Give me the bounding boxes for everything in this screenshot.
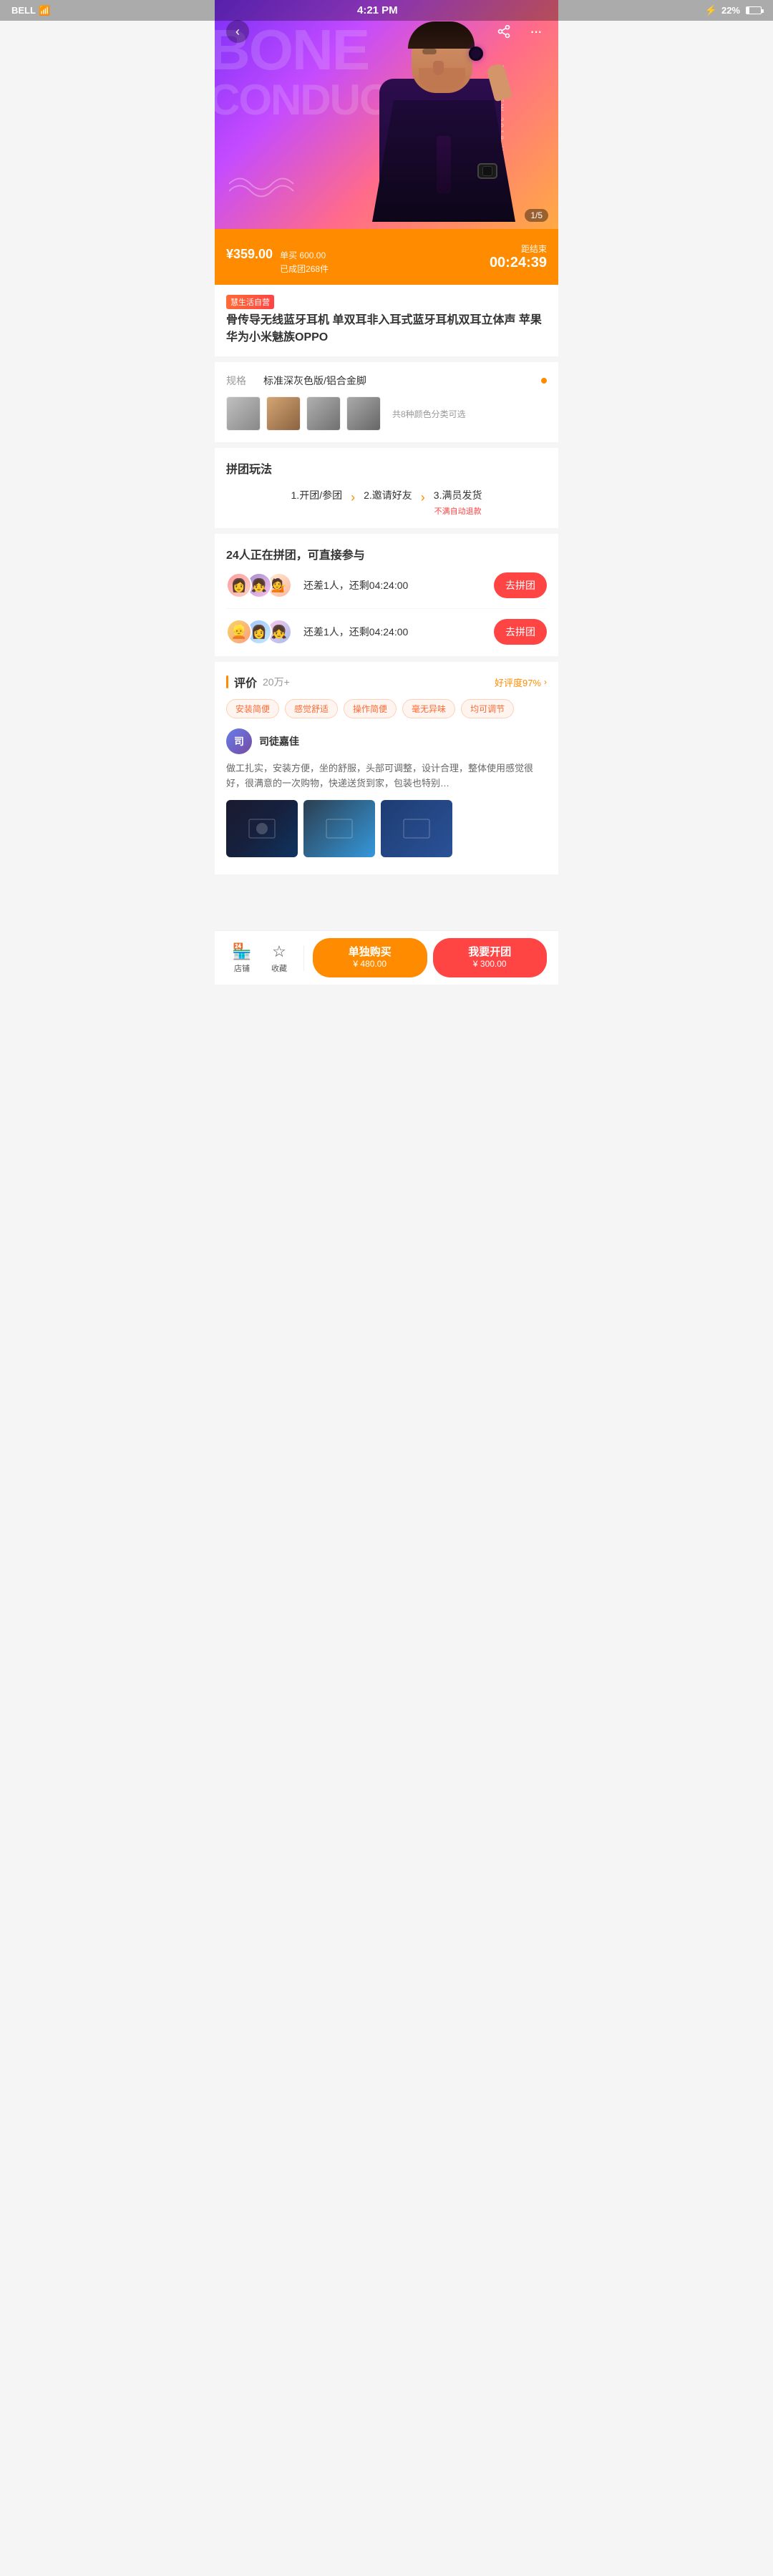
- group-buy-label: 我要开团: [468, 945, 511, 960]
- specs-dot: [541, 378, 547, 384]
- reviews-rate-text: 好评度97%: [495, 675, 541, 689]
- reviews-count: 20万+: [263, 675, 290, 689]
- review-text: 做工扎实，安装方便，坐的舒服，头部可调整，设计合理，整体使用感觉很好，很满意的一…: [226, 761, 547, 791]
- price-info: 单买 600.00 已成团268件: [280, 249, 329, 276]
- reviewer-avatar: 司: [226, 728, 252, 754]
- group-info-text-2: 还差1人，还剩04:24:00: [303, 625, 494, 639]
- steps-row: 1.开团/参团 › 2.邀请好友 › 3.满员发货 不满自动退款: [226, 488, 547, 517]
- price-countdown: 距结束 00:24:39: [490, 243, 547, 271]
- step-3: 3.满员发货 不满自动退款: [434, 488, 482, 517]
- tag-3[interactable]: 毫无异味: [402, 699, 455, 718]
- hero-nav: ‹ ···: [215, 20, 558, 43]
- share-button[interactable]: [492, 20, 515, 43]
- avatar-1a: 👩: [226, 572, 252, 598]
- solo-buy-button[interactable]: 单独购买 ¥ 480.00: [313, 938, 427, 977]
- step-arrow-1: ›: [348, 490, 358, 505]
- carrier-label: BELL: [11, 5, 36, 16]
- reviews-title-wrap: 评价 20万+: [226, 673, 290, 691]
- tag-0[interactable]: 安装简便: [226, 699, 279, 718]
- join-group-button-1[interactable]: 去拼团: [494, 572, 547, 598]
- step-2: 2.邀请好友: [364, 488, 412, 502]
- more-button[interactable]: ···: [524, 20, 547, 43]
- step-1: 1.开团/参团: [291, 488, 343, 502]
- store-label: 店铺: [234, 962, 250, 974]
- color-more-text: 共8种颜色分类可选: [392, 408, 466, 420]
- review-image-1[interactable]: [226, 800, 298, 857]
- page-indicator: 1/5: [525, 209, 548, 222]
- collect-icon: ☆: [272, 942, 286, 961]
- specs-section: 规格 标准深灰色版/铝合金脚 共8种颜色分类可选: [215, 362, 558, 442]
- collect-button[interactable]: ☆ 收藏: [263, 942, 295, 974]
- bottom-bar: 🏪 店铺 ☆ 收藏 单独购买 ¥ 480.00 我要开团 ¥ 300.00: [215, 930, 558, 985]
- step-arrow-2: ›: [418, 490, 428, 505]
- reviewer-name: 司徒嘉佳: [259, 734, 299, 748]
- group-info-text-1: 还差1人，还剩04:24:00: [303, 578, 494, 592]
- group-avatars-2: 👱 👩 👧: [226, 619, 286, 645]
- product-title: 骨传导无线蓝牙耳机 单双耳非入耳式蓝牙耳机双耳立体声 苹果华为小米魅族OPPO: [226, 312, 547, 346]
- group-item-2: 👱 👩 👧 还差1人，还剩04:24:00 去拼团: [226, 619, 547, 645]
- specs-value: 标准深灰色版/铝合金脚: [263, 374, 541, 388]
- active-groups-section: 24人正在拼团，可直接参与 👩 👧 💁 还差1人，还剩04:24:00 去拼团 …: [215, 534, 558, 656]
- color-options: 共8种颜色分类可选: [226, 396, 547, 431]
- battery-icon: [746, 6, 762, 14]
- status-time: 4:21 PM: [357, 4, 398, 16]
- avatar-2a: 👱: [226, 619, 252, 645]
- review-images: [226, 800, 547, 857]
- color-thumb-1[interactable]: [226, 396, 261, 431]
- status-bar: BELL 📶 4:21 PM ⚡ 22%: [0, 0, 773, 21]
- nav-actions: ···: [492, 20, 547, 43]
- review-image-3[interactable]: [381, 800, 452, 857]
- hero-person-image: [372, 14, 515, 222]
- solo-buy-label: 单独购买: [349, 945, 392, 960]
- status-left: BELL 📶: [11, 5, 50, 16]
- store-icon: 🏪: [232, 942, 251, 961]
- review-tags: 安装简便 感觉舒适 操作简便 毫无异味 均可调节: [226, 699, 547, 718]
- wifi-icon: 📶: [39, 5, 50, 16]
- reviews-title: 评价: [234, 673, 257, 691]
- tag-2[interactable]: 操作简便: [344, 699, 397, 718]
- reviews-section: 评价 20万+ 好评度97% › 安装简便 感觉舒适 操作简便 毫无异味 均可调…: [215, 662, 558, 874]
- store-badge: 慧生活自营: [226, 295, 274, 309]
- product-info-section: 慧生活自营 骨传导无线蓝牙耳机 单双耳非入耳式蓝牙耳机双耳立体声 苹果华为小米魅…: [215, 285, 558, 356]
- group-avatars-1: 👩 👧 💁: [226, 572, 286, 598]
- specs-label: 规格: [226, 374, 255, 388]
- reviews-chevron-icon: ›: [544, 677, 547, 687]
- color-thumb-2[interactable]: [266, 396, 301, 431]
- hero-wave: [229, 170, 301, 200]
- specs-row: 规格 标准深灰色版/铝合金脚: [226, 374, 547, 388]
- group-rules-title: 拼团玩法: [226, 459, 547, 477]
- tag-1[interactable]: 感觉舒适: [285, 699, 338, 718]
- active-groups-title: 24人正在拼团，可直接参与: [226, 545, 547, 562]
- review-image-2[interactable]: [303, 800, 375, 857]
- join-group-button-2[interactable]: 去拼团: [494, 619, 547, 645]
- collect-label: 收藏: [271, 962, 287, 974]
- solo-buy-price: ¥ 480.00: [353, 959, 386, 970]
- group-buy-button[interactable]: 我要开团 ¥ 300.00: [433, 938, 548, 977]
- step-sub-text: 不满自动退款: [434, 505, 482, 517]
- bottom-divider: [303, 945, 304, 971]
- color-thumb-3[interactable]: [306, 396, 341, 431]
- color-thumb-4[interactable]: [346, 396, 381, 431]
- tag-4[interactable]: 均可调节: [461, 699, 514, 718]
- hero-banner: BONE CONDUCT THE NEW 2018 HIT: [215, 0, 558, 229]
- reviews-rate[interactable]: 好评度97% ›: [495, 675, 547, 689]
- price-section: ¥359.00 单买 600.00 已成团268件 距结束 00:24:39: [215, 229, 558, 285]
- battery-label: 22%: [721, 5, 740, 16]
- group-buy-rules-section: 拼团玩法 1.开团/参团 › 2.邀请好友 › 3.满员发货 不满自动退款: [215, 448, 558, 528]
- reviewer-info: 司 司徒嘉佳: [226, 728, 547, 754]
- group-info-2: 还差1人，还剩04:24:00: [303, 625, 494, 639]
- group-item-1: 👩 👧 💁 还差1人，还剩04:24:00 去拼团: [226, 572, 547, 609]
- group-info-1: 还差1人，还剩04:24:00: [303, 578, 494, 592]
- reviews-header: 评价 20万+ 好评度97% ›: [226, 673, 547, 691]
- status-right: ⚡ 22%: [705, 4, 762, 16]
- price-display: ¥359.00: [226, 238, 273, 264]
- back-button[interactable]: ‹: [226, 20, 249, 43]
- reviews-accent-bar: [226, 675, 228, 688]
- group-buy-price: ¥ 300.00: [473, 959, 507, 970]
- bluetooth-icon: ⚡: [705, 4, 717, 16]
- store-button[interactable]: 🏪 店铺: [226, 942, 258, 974]
